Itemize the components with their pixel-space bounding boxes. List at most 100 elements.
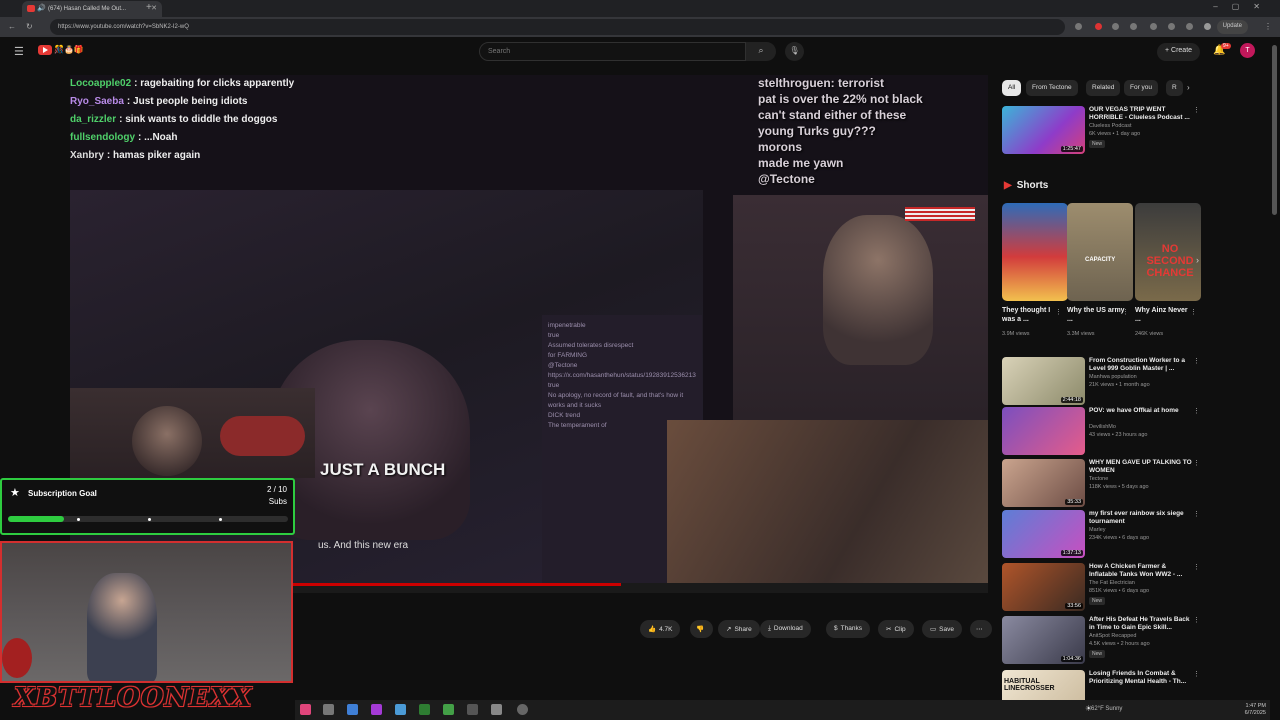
extension-icon[interactable]	[1095, 23, 1102, 30]
extension-icon[interactable]	[1150, 23, 1157, 30]
more-options-icon[interactable]: ⋮	[1193, 407, 1200, 415]
dislike-button[interactable]: 👎	[690, 620, 714, 638]
recommended-video[interactable]: 35:33 WHY MEN GAVE UP TALKING TO WOMEN Tec…	[1002, 459, 1202, 507]
doodle-icon[interactable]: 🎊🎂🎁	[54, 45, 84, 54]
recommended-video[interactable]: 1:04:36 After His Defeat He Travels Back …	[1002, 616, 1202, 664]
short-title[interactable]: They thought I was a ...	[1002, 306, 1062, 324]
channel-name[interactable]: Marley	[1089, 527, 1193, 533]
search-input[interactable]: Search	[479, 42, 746, 61]
video-thumbnail[interactable]: 2:44:18	[1002, 357, 1085, 405]
more-options-icon[interactable]: ⋮	[1193, 616, 1200, 624]
save-button[interactable]: ▭ Save	[922, 620, 962, 638]
video-title[interactable]: Losing Friends In Combat & Prioritizing …	[1089, 670, 1193, 686]
clock[interactable]: 1:47 PM 6/7/2025	[1245, 703, 1266, 717]
app-icon[interactable]	[443, 704, 454, 715]
scrollbar-thumb[interactable]	[1272, 45, 1277, 215]
video-title[interactable]: OUR VEGAS TRIP WENT HORRIBLE - Clueless …	[1089, 106, 1193, 122]
more-button[interactable]: ⋯	[970, 620, 992, 638]
chevron-right-icon[interactable]: ›	[1187, 83, 1190, 92]
page-scrollbar[interactable]	[1270, 37, 1280, 720]
video-title[interactable]: WHY MEN GAVE UP TALKING TO WOMEN	[1089, 459, 1193, 475]
extension-icon[interactable]	[1130, 23, 1137, 30]
browser-tab[interactable]: 🔊 (674) Hasan Called Me Out... ✕	[22, 1, 162, 17]
chevron-right-icon[interactable]: ›	[1196, 255, 1199, 265]
short-thumbnail[interactable]	[1002, 203, 1068, 301]
channel-name[interactable]: Clueless Podcast	[1089, 123, 1193, 129]
download-button[interactable]: ⤓ Download	[760, 620, 811, 638]
search-button[interactable]: ⌕	[746, 42, 776, 61]
video-title[interactable]: POV: we have Offkai at home	[1089, 407, 1193, 415]
app-icon[interactable]	[371, 704, 382, 715]
video-title[interactable]: my first ever rainbow six siege tourname…	[1089, 510, 1193, 526]
more-options-icon[interactable]: ⋮	[1193, 459, 1200, 467]
app-icon[interactable]	[491, 704, 502, 715]
chip-from-tectone[interactable]: From Tectone	[1026, 80, 1078, 96]
channel-name[interactable]: AnitSpot Recapped	[1089, 633, 1193, 639]
recommended-video[interactable]: 1:25:47 OUR VEGAS TRIP WENT HORRIBLE - C…	[1002, 106, 1202, 154]
app-icon[interactable]	[300, 704, 311, 715]
hamburger-menu-icon[interactable]: ☰	[14, 45, 24, 58]
recommended-video[interactable]: POV: we have Offkai at home DevilishMo 43 …	[1002, 407, 1202, 455]
short-title[interactable]: Why Ainz Never ...	[1135, 306, 1195, 324]
short-title[interactable]: Why the US army ...	[1067, 306, 1127, 324]
more-options-icon[interactable]: ⋮	[1193, 670, 1200, 678]
more-options-icon[interactable]: ⋮	[1193, 510, 1200, 518]
extension-icon[interactable]	[1168, 23, 1175, 30]
chip-related[interactable]: Related	[1086, 80, 1121, 96]
extension-icon[interactable]	[1075, 23, 1082, 30]
reload-icon[interactable]: ↻	[26, 22, 33, 31]
thanks-button[interactable]: $ Thanks	[826, 620, 870, 638]
clip-button[interactable]: ✂ Clip	[878, 620, 914, 638]
4.7k-button[interactable]: 👍 4.7K	[640, 620, 681, 638]
channel-name[interactable]: The Fat Electrician	[1089, 580, 1193, 586]
back-icon[interactable]: ←	[8, 22, 16, 31]
browser-menu-icon[interactable]: ⋮	[1264, 22, 1272, 31]
app-icon[interactable]	[517, 704, 528, 715]
video-thumbnail[interactable]: 1:04:36	[1002, 616, 1085, 664]
url-field[interactable]: https://www.youtube.com/watch?v=SbNK2-I2…	[50, 19, 1065, 35]
weather-text[interactable]: 62°F Sunny	[1091, 706, 1122, 712]
extension-icon[interactable]	[1186, 23, 1193, 30]
app-icon[interactable]	[395, 704, 406, 715]
more-options-icon[interactable]: ⋮	[1190, 308, 1197, 316]
channel-name[interactable]: Tectone	[1089, 476, 1193, 482]
app-icon[interactable]	[347, 704, 358, 715]
profile-icon[interactable]	[1204, 23, 1211, 30]
voice-search-icon[interactable]: 🎙	[785, 42, 804, 61]
recommended-video[interactable]: 33:56 How A Chicken Farmer & Inflatable T…	[1002, 563, 1202, 611]
more-options-icon[interactable]: ⋮	[1193, 563, 1200, 571]
create-button[interactable]: + Create	[1157, 43, 1201, 61]
chip-r[interactable]: R	[1166, 80, 1183, 96]
window-controls[interactable]: –▢✕	[1213, 2, 1274, 11]
chip-for-you[interactable]: For you	[1124, 80, 1159, 96]
app-icon[interactable]	[419, 704, 430, 715]
video-thumbnail[interactable]: 1:25:47	[1002, 106, 1085, 154]
video-title[interactable]: How A Chicken Farmer & Inflatable Tanks …	[1089, 563, 1193, 579]
recommended-video[interactable]: 2:44:18 From Construction Worker to a Lev…	[1002, 357, 1202, 405]
more-options-icon[interactable]: ⋮	[1193, 106, 1200, 114]
recommended-video[interactable]: 1:37:13 my first ever rainbow six siege t…	[1002, 510, 1202, 558]
youtube-logo-icon[interactable]	[38, 45, 52, 55]
extension-icon[interactable]	[1112, 23, 1119, 30]
more-options-icon[interactable]: ⋮	[1055, 308, 1062, 316]
avatar[interactable]: T	[1240, 43, 1255, 58]
more-options-icon[interactable]: ⋮	[1122, 308, 1129, 316]
chip-all[interactable]: All	[1002, 80, 1022, 96]
channel-name[interactable]: DevilishMo	[1089, 424, 1193, 430]
close-tab-icon[interactable]: ✕	[151, 4, 157, 12]
share-button[interactable]: ↗ Share	[718, 620, 760, 638]
short-thumbnail[interactable]: NO SECOND CHANCE	[1135, 203, 1201, 301]
app-icon[interactable]	[323, 704, 334, 715]
app-icon[interactable]	[467, 704, 478, 715]
update-button[interactable]: Update	[1216, 20, 1248, 34]
video-title[interactable]: From Construction Worker to a Level 999 …	[1089, 357, 1193, 373]
video-thumbnail[interactable]	[1002, 407, 1085, 455]
video-thumbnail[interactable]: 1:37:13	[1002, 510, 1085, 558]
speaker-icon[interactable]: 🔊	[37, 4, 46, 12]
more-options-icon[interactable]: ⋮	[1193, 357, 1200, 365]
video-thumbnail[interactable]: 33:56	[1002, 563, 1085, 611]
video-thumbnail[interactable]: 35:33	[1002, 459, 1085, 507]
channel-name[interactable]: Manhwa population	[1089, 374, 1193, 380]
video-title[interactable]: After His Defeat He Travels Back in Time…	[1089, 616, 1193, 632]
short-thumbnail[interactable]: CAPACITY	[1067, 203, 1133, 301]
